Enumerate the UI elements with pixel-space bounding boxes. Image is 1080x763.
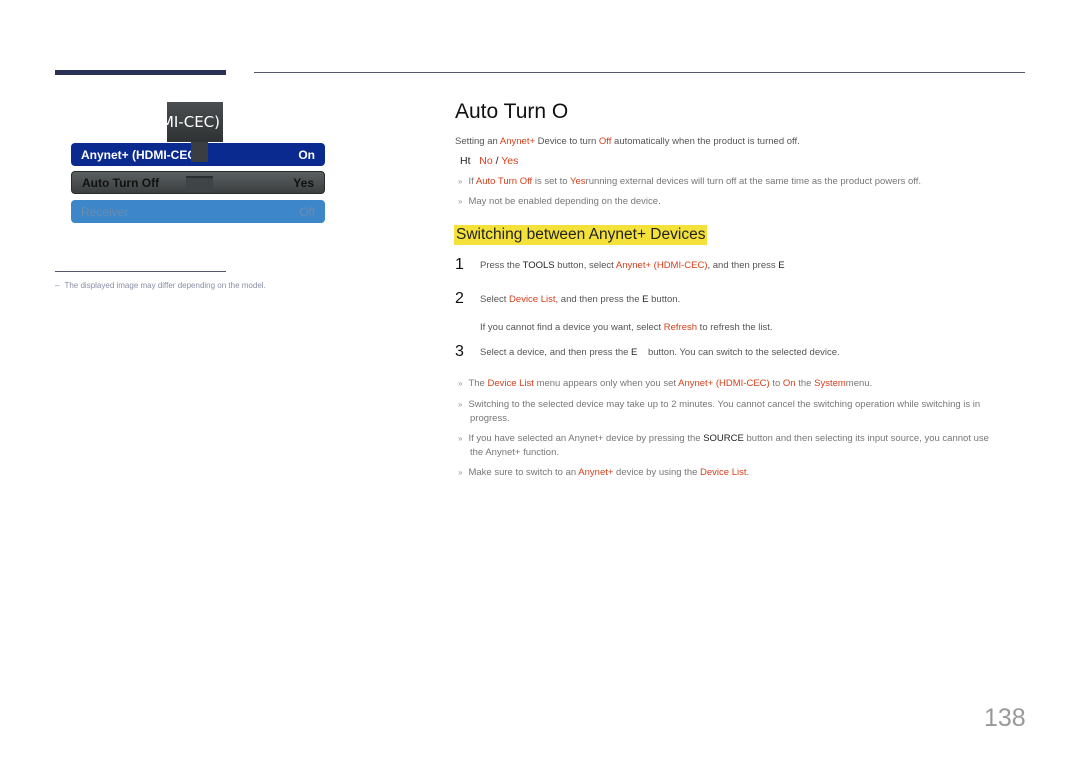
- image-note: – The displayed image may differ dependin…: [55, 281, 266, 290]
- osd-row-label: Receiver: [81, 204, 129, 219]
- section-title: Switching between Anynet+ Devices: [454, 225, 708, 245]
- osd-row-label: Anynet+ (HDMI-CEC): [81, 147, 200, 162]
- options-prefix: Ht: [460, 155, 471, 167]
- note-bullet: » May not be enabled depending on the dev…: [458, 196, 661, 207]
- step-text: Press the TOOLS button, select Anynet+ (…: [480, 260, 785, 271]
- note-divider: [55, 271, 226, 272]
- intro-text: Setting an Anynet+ Device to turn Off au…: [455, 136, 800, 147]
- options-line: Ht No / Yes: [460, 155, 519, 167]
- osd-row-label: Auto Turn Off: [82, 175, 160, 190]
- step-number: 3: [455, 343, 464, 360]
- osd-row-receiver: Receiver Off: [71, 200, 325, 223]
- note-bullet: » If you have selected an Anynet+ device …: [458, 433, 989, 444]
- option-yes: Yes: [501, 155, 519, 167]
- step-subtext: If you cannot find a device you want, se…: [480, 322, 773, 333]
- note-bullet-continued: progress.: [470, 413, 510, 424]
- note-bullet: » The Device List menu appears only when …: [458, 378, 873, 389]
- option-no: No: [479, 155, 493, 167]
- osd-overlay-artifact: [191, 142, 208, 162]
- step-text: Select Device List, and then press the E…: [480, 294, 681, 305]
- osd-row-value: Yes: [293, 175, 314, 190]
- header-rule-thin: [254, 72, 1025, 73]
- note-bullet: » Switching to the selected device may ta…: [458, 399, 981, 410]
- note-text: The displayed image may differ depending…: [64, 281, 266, 290]
- step-number: 1: [455, 256, 464, 273]
- osd-overlay-artifact: [186, 176, 213, 192]
- page-title: Auto Turn O: [455, 100, 569, 123]
- step-number: 2: [455, 290, 464, 307]
- note-dash: –: [55, 281, 60, 290]
- osd-row-value: Off: [299, 204, 315, 219]
- page-number: 138: [984, 704, 1026, 732]
- note-bullet: » Make sure to switch to an Anynet+ devic…: [458, 467, 750, 478]
- note-bullet: » If Auto Turn Off is set to Yesrunning e…: [458, 176, 922, 187]
- osd-tab: MI-CEC): [167, 102, 223, 142]
- step-text: Select a device, and then press the E bu…: [480, 347, 840, 358]
- note-bullet-continued: the Anynet+ function.: [470, 447, 559, 458]
- osd-row-value: On: [298, 147, 315, 162]
- header-rule-thick: [55, 70, 226, 75]
